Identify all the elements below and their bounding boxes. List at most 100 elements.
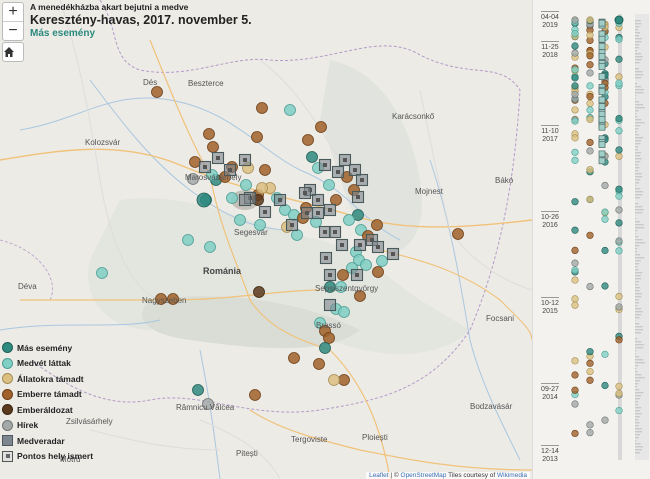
- event-marker[interactable]: [337, 269, 349, 281]
- timeline-event[interactable]: [571, 106, 579, 114]
- event-marker[interactable]: [323, 179, 335, 191]
- timeline-event[interactable]: [586, 92, 594, 101]
- timeline-event[interactable]: [615, 114, 623, 123]
- timeline-event[interactable]: [571, 226, 579, 234]
- event-marker[interactable]: [338, 374, 350, 386]
- timeline-event[interactable]: [571, 74, 579, 82]
- timeline-event[interactable]: [601, 215, 609, 223]
- event-marker[interactable]: [253, 286, 265, 298]
- timeline-event[interactable]: [586, 115, 594, 123]
- event-marker[interactable]: [203, 128, 215, 140]
- event-marker[interactable]: [251, 131, 263, 143]
- event-marker[interactable]: [343, 214, 355, 226]
- event-marker[interactable]: [151, 86, 163, 98]
- timeline-event[interactable]: [601, 181, 609, 190]
- timeline-event[interactable]: [615, 336, 623, 344]
- timeline-event[interactable]: [598, 157, 606, 165]
- timeline-event[interactable]: [586, 231, 594, 239]
- event-marker[interactable]: [207, 141, 219, 153]
- timeline-event[interactable]: [615, 237, 623, 245]
- timeline-event[interactable]: [615, 303, 623, 311]
- event-marker[interactable]: [306, 151, 318, 163]
- event-marker[interactable]: [376, 255, 388, 267]
- timeline-event[interactable]: [586, 348, 594, 356]
- event-marker[interactable]: [249, 389, 261, 401]
- event-marker[interactable]: [319, 342, 331, 354]
- timeline-event[interactable]: [598, 19, 606, 27]
- timeline-event[interactable]: [586, 69, 594, 77]
- timeline-event[interactable]: [586, 61, 594, 69]
- timeline-event[interactable]: [571, 90, 579, 99]
- timeline-event[interactable]: [571, 259, 579, 267]
- timeline-event[interactable]: [571, 82, 579, 90]
- event-marker[interactable]: [189, 156, 201, 168]
- event-marker[interactable]: [234, 214, 246, 226]
- leaflet-link[interactable]: Leaflet: [369, 472, 389, 479]
- timeline-event[interactable]: [615, 73, 623, 81]
- timeline-event[interactable]: [586, 359, 594, 367]
- timeline-event[interactable]: [598, 150, 606, 158]
- timeline-event[interactable]: [601, 282, 609, 290]
- timeline-event[interactable]: [601, 416, 609, 424]
- timeline-event[interactable]: [615, 192, 623, 200]
- timeline-event[interactable]: [571, 198, 579, 206]
- legend-item[interactable]: Emberre támadt: [2, 387, 93, 403]
- timeline-event[interactable]: [586, 195, 594, 203]
- timeline-event[interactable]: [586, 166, 594, 174]
- event-marker[interactable]: [182, 234, 194, 246]
- timeline-event[interactable]: [615, 185, 623, 193]
- event-marker[interactable]: [240, 179, 252, 191]
- timeline-event[interactable]: [586, 282, 594, 291]
- event-marker[interactable]: [256, 102, 268, 114]
- timeline-event[interactable]: [598, 96, 606, 104]
- event-marker[interactable]: [291, 229, 303, 241]
- event-marker[interactable]: [313, 358, 325, 370]
- timeline-event[interactable]: [598, 88, 606, 96]
- timeline-event[interactable]: [598, 123, 606, 131]
- event-marker[interactable]: [338, 306, 350, 318]
- timeline-event[interactable]: [598, 141, 606, 148]
- event-marker[interactable]: [328, 374, 340, 386]
- timeline-selected[interactable]: [614, 15, 624, 25]
- timeline-event[interactable]: [571, 357, 579, 365]
- event-marker[interactable]: [96, 267, 108, 279]
- timeline-event[interactable]: [571, 30, 579, 38]
- event-marker[interactable]: [330, 194, 342, 206]
- timeline-event[interactable]: [586, 421, 594, 429]
- timeline-event[interactable]: [615, 292, 623, 301]
- timeline-event[interactable]: [571, 429, 579, 438]
- legend-item[interactable]: Pontos hely ismert: [2, 449, 93, 465]
- timeline-event[interactable]: [615, 35, 623, 43]
- timeline-event[interactable]: [586, 376, 594, 384]
- timeline-event[interactable]: [598, 73, 606, 80]
- wikimedia-link[interactable]: Wikimedia: [497, 472, 527, 479]
- timeline-event[interactable]: [586, 429, 594, 437]
- timeline-panel[interactable]: 04-04 2019 11-25 2018 11-10 2017 10-26 2016 …: [532, 0, 650, 479]
- legend-item[interactable]: Hírek: [2, 418, 93, 434]
- timeline-event[interactable]: [571, 371, 579, 379]
- timeline-event[interactable]: [598, 116, 606, 123]
- timeline-event[interactable]: [586, 106, 594, 114]
- timeline-event[interactable]: [615, 247, 623, 255]
- osm-link[interactable]: OpenStreetMap: [401, 472, 447, 479]
- timeline-event[interactable]: [598, 43, 606, 50]
- timeline-event[interactable]: [571, 66, 579, 74]
- timeline-event[interactable]: [571, 301, 579, 309]
- timeline-event[interactable]: [601, 381, 609, 390]
- timeline-event[interactable]: [571, 148, 579, 156]
- timeline-event[interactable]: [586, 147, 594, 155]
- event-marker[interactable]: [302, 134, 314, 146]
- event-marker[interactable]: [323, 332, 335, 344]
- map[interactable]: + − A menedékházba akart bejutni a medve…: [0, 0, 532, 479]
- event-marker[interactable]: [196, 192, 212, 208]
- timeline-event[interactable]: [571, 134, 579, 142]
- timeline-event[interactable]: [615, 127, 623, 135]
- legend-item[interactable]: Állatokra támadt: [2, 371, 93, 387]
- timeline-event[interactable]: [571, 117, 579, 125]
- timeline-event[interactable]: [586, 99, 594, 107]
- zoom-out-button[interactable]: −: [3, 22, 23, 40]
- timeline-event[interactable]: [571, 295, 579, 303]
- home-button[interactable]: [2, 42, 24, 62]
- timeline-event[interactable]: [571, 156, 579, 164]
- timeline-event[interactable]: [571, 49, 579, 57]
